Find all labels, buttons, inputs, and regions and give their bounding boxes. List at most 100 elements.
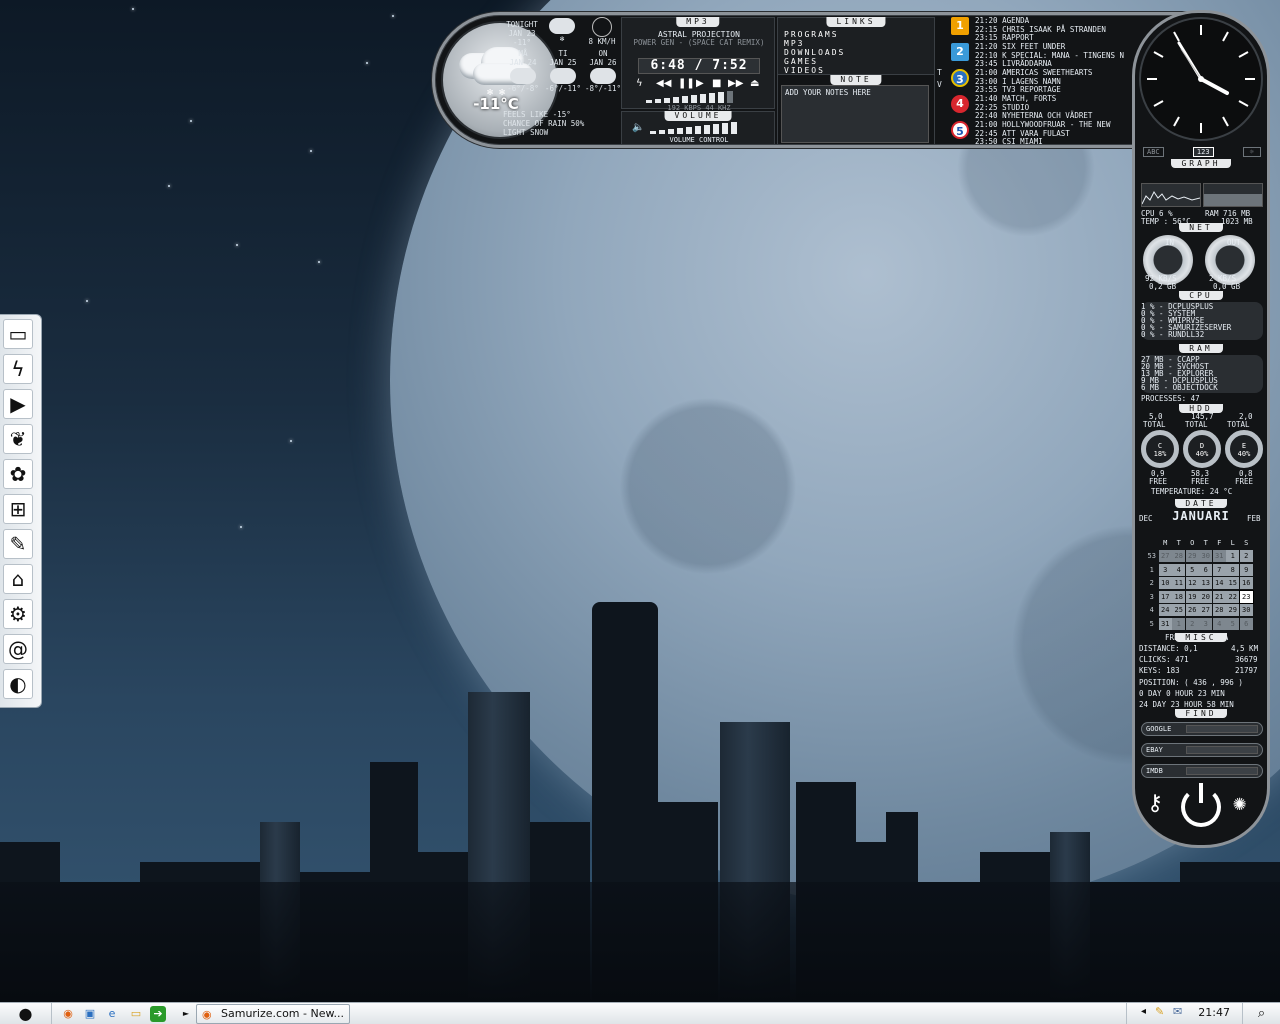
calendar-day[interactable]: 3 <box>1199 617 1213 630</box>
my-computer-icon[interactable]: ▭ <box>3 319 33 349</box>
channel-2-logo: 2 <box>951 43 969 61</box>
calendar-day[interactable]: 8 <box>1226 563 1240 576</box>
taskbar-item-firefox[interactable]: ◉ Samurize.com - New... <box>196 1004 350 1024</box>
start-button[interactable]: ● <box>0 1003 52 1024</box>
calendar-day[interactable]: 10 <box>1158 577 1172 590</box>
network-icon[interactable]: ▣ <box>82 1006 98 1022</box>
calendar-day[interactable]: 31 <box>1212 550 1226 563</box>
email-at-icon[interactable]: @ <box>3 634 33 664</box>
search-icon[interactable]: ⌕ <box>1242 1003 1280 1024</box>
calendar-day[interactable]: 31 <box>1158 617 1172 630</box>
forecast-day-3: ON JAN 26 -8°/-11° <box>583 49 623 93</box>
calendar-day[interactable]: 22 <box>1226 590 1240 603</box>
search-imdb[interactable]: IMDB <box>1141 764 1263 778</box>
tray-mail-icon[interactable]: ✉ <box>1173 1005 1182 1018</box>
firefox-icon[interactable]: ◉ <box>60 1006 76 1022</box>
search-input[interactable] <box>1186 767 1258 775</box>
shuffle-icon[interactable]: ϟ <box>636 78 643 89</box>
volume-control[interactable]: VOLUME 🔈 VOLUME CONTROL <box>621 111 775 145</box>
tray-arrow-icon[interactable]: ◂ <box>1141 1006 1146 1017</box>
calendar-day[interactable]: 25 <box>1172 604 1186 617</box>
calendar-day[interactable]: 27 <box>1158 550 1172 563</box>
pause-icon[interactable]: ❚❚ <box>678 78 695 89</box>
note-textarea[interactable]: ADD YOUR NOTES HERE <box>781 85 929 143</box>
edit-document-icon[interactable]: ✎ <box>3 529 33 559</box>
hdd-total-label: TOTAL <box>1185 420 1208 429</box>
calendar-day[interactable]: 14 <box>1212 577 1226 590</box>
calendar-day[interactable]: 1 <box>1226 550 1240 563</box>
calendar-day[interactable]: 20 <box>1199 590 1213 603</box>
next-month-button[interactable]: FEB <box>1247 515 1261 523</box>
forward-icon[interactable]: ▶▶ <box>728 78 743 89</box>
calendar-day[interactable]: 4 <box>1212 617 1226 630</box>
chevron-right-icon[interactable]: ► <box>178 1006 194 1022</box>
calendar-day[interactable]: 5 <box>1226 617 1240 630</box>
tray-clock[interactable]: 21:47 <box>1198 1006 1230 1019</box>
calendar-day[interactable]: 13 <box>1199 577 1213 590</box>
calendar-day[interactable]: 4 <box>1172 563 1186 576</box>
prev-month-button[interactable]: DEC <box>1139 515 1153 523</box>
calendar-day[interactable]: 19 <box>1185 590 1199 603</box>
calendar-day[interactable]: 30 <box>1239 604 1253 617</box>
link-games[interactable]: GAMES <box>784 57 934 66</box>
restart-icon[interactable]: ✺ <box>1233 791 1246 816</box>
calendar-day[interactable]: 15 <box>1226 577 1240 590</box>
link-programs[interactable]: PROGRAMS <box>784 30 934 39</box>
calendar-day[interactable]: 29 <box>1226 604 1240 617</box>
network-icon[interactable]: ⊞ <box>3 494 33 524</box>
exit-icon[interactable]: ➔ <box>150 1006 166 1022</box>
link-mp3[interactable]: MP3 <box>784 39 934 48</box>
calendar-day[interactable]: 16 <box>1239 577 1253 590</box>
eject-icon[interactable]: ⏏ <box>750 78 759 89</box>
calendar-day[interactable]: 26 <box>1185 604 1199 617</box>
link-videos[interactable]: VIDEOS <box>784 66 934 75</box>
folder-icon[interactable]: ▭ <box>128 1006 144 1022</box>
leaf-icon[interactable]: ❦ <box>3 424 33 454</box>
stop-icon[interactable]: ■ <box>712 78 721 89</box>
calendar-day[interactable]: 17 <box>1158 590 1172 603</box>
calendar-day[interactable]: 23 <box>1238 589 1254 604</box>
calendar-day[interactable]: 28 <box>1172 550 1186 563</box>
ie-icon[interactable]: e <box>104 1006 120 1022</box>
tab-123[interactable]: 123 <box>1192 147 1214 157</box>
media-player-icon[interactable]: ▶ <box>3 389 33 419</box>
key-icon[interactable]: ⚷ <box>1147 791 1163 816</box>
search-google[interactable]: GOOGLE <box>1141 722 1263 736</box>
calendar-day[interactable]: 6 <box>1239 617 1253 630</box>
calendar-day[interactable]: 7 <box>1212 563 1226 576</box>
calendar-day[interactable]: 27 <box>1199 604 1213 617</box>
calendar-day[interactable]: 11 <box>1172 577 1186 590</box>
play-icon[interactable]: ▶ <box>696 78 704 89</box>
power-icon[interactable] <box>1181 783 1221 827</box>
calendar-day[interactable]: 18 <box>1172 590 1186 603</box>
calendar-day[interactable]: 6 <box>1199 563 1213 576</box>
calendar-day[interactable]: 5 <box>1185 563 1199 576</box>
calendar-day[interactable]: 30 <box>1199 550 1213 563</box>
settings-gears-icon[interactable]: ⚙ <box>3 599 33 629</box>
volume-bars[interactable] <box>650 122 760 134</box>
recycle-bin-icon[interactable]: ⌂ <box>3 564 33 594</box>
calendar-day[interactable]: 21 <box>1212 590 1226 603</box>
calendar-day[interactable]: 12 <box>1185 577 1199 590</box>
week-number: 53 <box>1147 552 1156 561</box>
tray-pencil-icon[interactable]: ✎ <box>1155 1005 1164 1018</box>
calendar-day[interactable]: 2 <box>1239 550 1253 563</box>
search-ebay[interactable]: EBAY <box>1141 743 1263 757</box>
lightning-icon[interactable]: ϟ <box>3 354 33 384</box>
calendar-day[interactable]: 28 <box>1212 604 1226 617</box>
calendar-day[interactable]: 29 <box>1185 550 1199 563</box>
rewind-icon[interactable]: ◀◀ <box>656 78 671 89</box>
flower-icon[interactable]: ✿ <box>3 459 33 489</box>
search-input[interactable] <box>1186 725 1258 733</box>
link-downloads[interactable]: DOWNLOADS <box>784 48 934 57</box>
tab-abc[interactable]: ABC <box>1143 147 1164 157</box>
tv-channel-1[interactable]: 21:20 AGENDA 22:15 CHRIS ISAAK PÅ STRAND… <box>975 17 1165 43</box>
calendar-day[interactable]: 2 <box>1185 617 1199 630</box>
calendar-day[interactable]: 1 <box>1172 617 1186 630</box>
tab-weather[interactable]: ☼ <box>1242 147 1261 157</box>
search-input[interactable] <box>1186 746 1258 754</box>
globe-icon[interactable]: ◐ <box>3 669 33 699</box>
calendar-day[interactable]: 9 <box>1239 563 1253 576</box>
calendar-day[interactable]: 3 <box>1158 563 1172 576</box>
calendar-day[interactable]: 24 <box>1158 604 1172 617</box>
